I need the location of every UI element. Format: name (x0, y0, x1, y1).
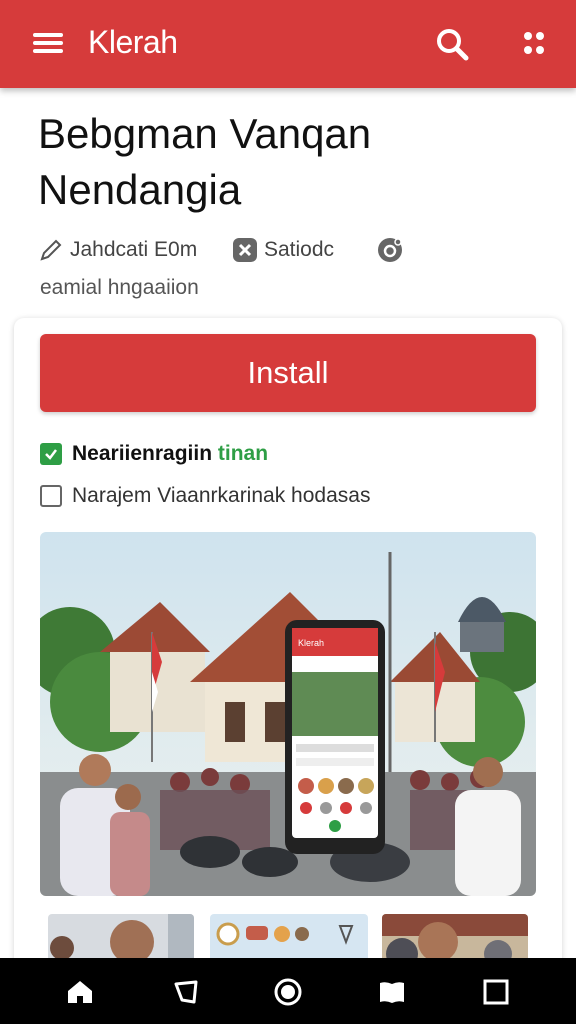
source-label: Satiodc (264, 238, 335, 261)
shape-icon[interactable] (170, 976, 202, 1008)
article-source[interactable]: Satiodc (232, 234, 334, 266)
menu-icon[interactable] (30, 30, 66, 56)
article-author[interactable]: Jahdcati E0m (38, 234, 197, 266)
search-icon[interactable] (432, 24, 472, 64)
share-icon[interactable] (374, 234, 406, 266)
phone-screen-title: Klerah (298, 638, 324, 648)
hero-image: Klerah (40, 532, 536, 896)
option-1-accent: tinan (217, 442, 269, 465)
option-1-label: Neariienragiin (72, 442, 213, 465)
author-label: Jahdcati E0m (70, 238, 198, 261)
checkbox-unchecked-icon[interactable] (40, 485, 62, 507)
article-title: Bebgman Vanqan Nendangia (38, 110, 372, 213)
option-checkbox-2[interactable]: Narajem Viaanrkarinak hodasas (40, 484, 370, 508)
checkbox-checked-icon[interactable] (40, 443, 62, 465)
circle-icon[interactable] (272, 976, 304, 1008)
app-bar: Klerah (0, 0, 576, 88)
more-icon[interactable] (514, 24, 554, 64)
book-icon[interactable] (376, 976, 408, 1008)
home-icon[interactable] (64, 976, 96, 1008)
install-button[interactable]: Install (40, 334, 536, 412)
option-2-label: Narajem Viaanrkarinak hodasas (72, 484, 371, 507)
bottom-nav (0, 958, 576, 1024)
close-icon (233, 238, 257, 262)
install-card: Install Neariienragiin tinan Narajem Via… (14, 318, 562, 974)
pen-icon (40, 239, 62, 261)
option-checkbox-1[interactable]: Neariienragiin tinan (40, 442, 268, 466)
article-subtitle: eamial hngaaiion (40, 276, 199, 299)
app-title: Klerah (88, 24, 178, 60)
square-icon[interactable] (480, 976, 512, 1008)
